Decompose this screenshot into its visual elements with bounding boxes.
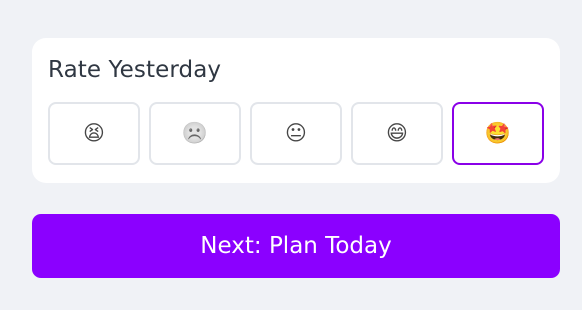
card-title: Rate Yesterday (48, 57, 222, 83)
rating-option-1[interactable]: 😫 (48, 102, 140, 165)
rating-option-4[interactable]: 😄 (351, 102, 443, 165)
next-plan-today-button[interactable]: Next: Plan Today (32, 214, 560, 278)
tired-face-icon: 😫 (83, 121, 105, 145)
rating-options: 😫 ☹️ 😐 😄 🤩 (48, 102, 544, 165)
neutral-face-icon: 😐 (285, 121, 307, 145)
rating-option-2[interactable]: ☹️ (149, 102, 241, 165)
rating-option-5-selected[interactable]: 🤩 (452, 102, 544, 165)
frowning-face-icon: ☹️ (181, 121, 209, 145)
star-struck-face-icon: 🤩 (484, 121, 512, 145)
page: Rate Yesterday 😫 ☹️ 😐 😄 🤩 Next: Plan Tod… (0, 0, 582, 310)
rating-option-3[interactable]: 😐 (250, 102, 342, 165)
grinning-face-icon: 😄 (386, 121, 408, 145)
rate-yesterday-card: Rate Yesterday 😫 ☹️ 😐 😄 🤩 (32, 38, 560, 183)
